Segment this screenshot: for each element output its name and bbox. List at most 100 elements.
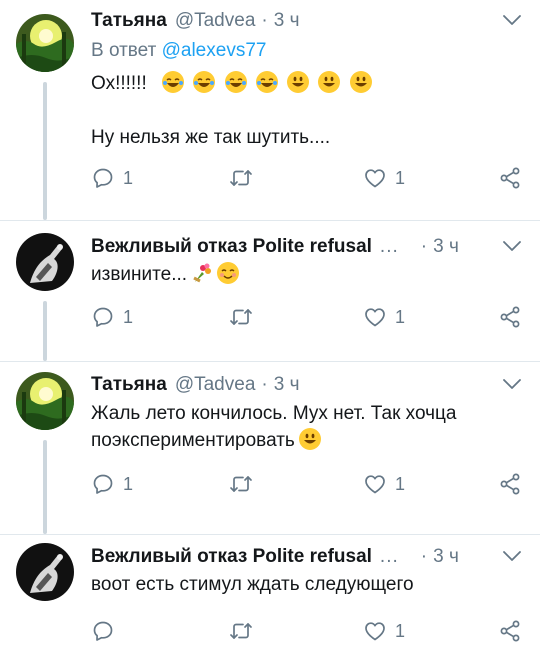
tweet-text: воот есть стимул ждать следующего [91, 571, 520, 598]
reply-count: 1 [123, 167, 134, 188]
bouquet-emoji [191, 262, 213, 284]
chevron-down-icon[interactable] [500, 372, 524, 396]
timestamp[interactable]: 3 ч [433, 236, 459, 258]
tweet-actions: 1 1 [91, 305, 528, 333]
like-count: 1 [395, 306, 406, 327]
tweet-header: Татьяна @Tadvea · 3 ч [91, 8, 540, 34]
tweet-actions: 1 1 [91, 472, 528, 500]
joy-emoji [224, 71, 247, 93]
tweet-header: Вежливый отказ Polite refusal ... · 3 ч [91, 544, 540, 570]
retweet-button[interactable] [229, 305, 261, 329]
timestamp[interactable]: 3 ч [433, 546, 459, 568]
author-handle[interactable]: @Tadvea [175, 374, 256, 396]
share-button[interactable] [498, 619, 522, 643]
tweet-actions: 1 [91, 619, 528, 647]
separator-dot: · [420, 546, 428, 567]
reply-button[interactable]: 1 [91, 305, 133, 329]
reply-count: 1 [123, 306, 134, 327]
author-name[interactable]: Вежливый отказ Polite refusal [91, 546, 372, 568]
chevron-down-icon[interactable] [500, 544, 524, 568]
author-name[interactable]: Татьяна [91, 10, 167, 32]
tweet-text: Жаль лето кончилось. Мух нет. Так хочца … [91, 400, 520, 454]
like-button[interactable]: 1 [363, 619, 405, 643]
smile-emoji [287, 71, 310, 93]
reply-button[interactable]: 1 [91, 166, 133, 190]
chevron-down-icon[interactable] [500, 8, 524, 32]
like-count: 1 [395, 473, 406, 494]
joy-emoji [193, 71, 216, 93]
timestamp[interactable]: 3 ч [274, 10, 300, 32]
like-button[interactable]: 1 [363, 472, 405, 496]
avatar[interactable] [16, 543, 74, 601]
thread-line [43, 82, 47, 220]
share-icon [498, 472, 522, 496]
reply-icon [91, 472, 115, 496]
share-button[interactable] [498, 166, 522, 190]
heart-icon [363, 472, 387, 496]
separator-dot: · [261, 10, 268, 31]
share-button[interactable] [498, 472, 522, 496]
share-button[interactable] [498, 305, 522, 329]
reply-button[interactable] [91, 619, 123, 643]
timestamp[interactable]: 3 ч [274, 374, 300, 396]
tweet-header: Татьяна @Tadvea · 3 ч [91, 372, 540, 398]
tweet[interactable]: Вежливый отказ Polite refusal ... · 3 ч … [0, 535, 540, 660]
heart-icon [363, 166, 387, 190]
tweet-actions: 1 1 [91, 166, 528, 194]
avatar[interactable] [16, 372, 74, 430]
reply-button[interactable]: 1 [91, 472, 133, 496]
smile-emoji [318, 71, 341, 93]
retweet-button[interactable] [229, 166, 261, 190]
tweet[interactable]: Татьяна @Tadvea · 3 ч Жаль лето кончилос… [0, 362, 540, 534]
author-name[interactable]: Татьяна [91, 374, 167, 396]
retweet-icon [229, 166, 253, 190]
joy-emoji [162, 71, 185, 93]
author-handle[interactable]: @Tadvea [175, 10, 256, 32]
avatar[interactable] [16, 14, 74, 72]
reply-context: В ответ @alexevs77 [91, 40, 266, 62]
retweet-icon [229, 305, 253, 329]
reply-icon [91, 305, 115, 329]
like-button[interactable]: 1 [363, 166, 405, 190]
name-truncation: ... [379, 546, 399, 567]
reply-prefix: В ответ [91, 40, 157, 61]
heart-icon [363, 619, 387, 643]
tweet-text-line: Ну нельзя же так шутить.... [91, 127, 331, 148]
tweet-text-line: поэкспериментировать [91, 430, 295, 451]
tweet-text-line: воот есть стимул ждать следующего [91, 574, 414, 595]
tweet[interactable]: Вежливый отказ Polite refusal ... · 3 ч … [0, 221, 540, 361]
share-icon [498, 619, 522, 643]
tweet-text: извините... [91, 261, 520, 288]
tweet[interactable]: Татьяна @Tadvea · 3 ч В ответ @alexevs77… [0, 0, 540, 220]
retweet-icon [229, 619, 253, 643]
retweet-button[interactable] [229, 619, 261, 643]
author-name[interactable]: Вежливый отказ Polite refusal [91, 236, 372, 258]
like-count: 1 [395, 167, 406, 188]
reply-icon [91, 619, 115, 643]
reply-icon [91, 166, 115, 190]
smile-emoji [298, 428, 321, 450]
tweet-text-line: Жаль лето кончилось. Мух нет. Так хочца [91, 403, 457, 424]
thread-line [43, 301, 47, 361]
chevron-down-icon[interactable] [500, 234, 524, 258]
tweet-text: Ох!!!!!! Ну нельзя же так шутить.... [91, 70, 520, 151]
tweet-header: Вежливый отказ Polite refusal ... · 3 ч [91, 234, 540, 260]
separator-dot: · [420, 236, 428, 257]
tweet-text-line: извините... [91, 264, 188, 285]
avatar[interactable] [16, 233, 74, 291]
tweet-text-line: Ох!!!!!! [91, 73, 147, 94]
like-button[interactable]: 1 [363, 305, 405, 329]
reply-count: 1 [123, 473, 134, 494]
retweet-icon [229, 472, 253, 496]
separator-dot: · [261, 374, 268, 395]
name-truncation: ... [379, 236, 399, 257]
joy-emoji [255, 71, 278, 93]
share-icon [498, 305, 522, 329]
like-count: 1 [395, 620, 406, 641]
share-icon [498, 166, 522, 190]
retweet-button[interactable] [229, 472, 261, 496]
smile-emoji [349, 71, 372, 93]
thread-line [43, 440, 47, 534]
reply-handle-link[interactable]: @alexevs77 [162, 40, 267, 61]
heart-icon [363, 305, 387, 329]
